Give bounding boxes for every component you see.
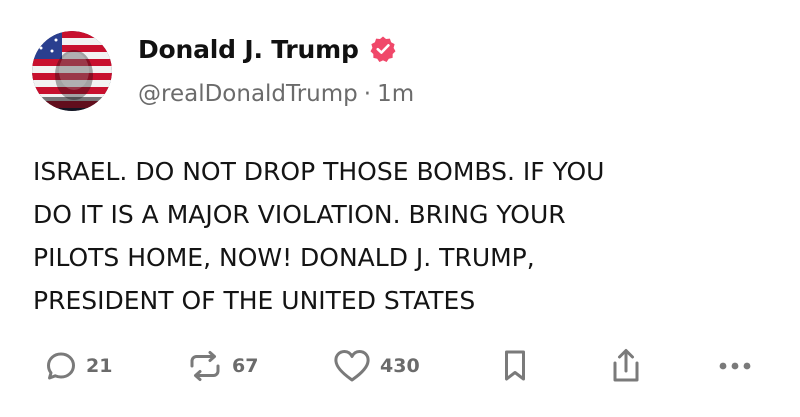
share-button[interactable]: [610, 344, 642, 388]
like-count: 430: [380, 355, 420, 377]
post-body-line: DO IT IS A MAJOR VIOLATION. BRING YOUR: [33, 200, 566, 229]
repost-count: 67: [232, 355, 259, 377]
author-meta: @realDonaldTrump · 1m: [138, 81, 414, 107]
avatar-image: [32, 31, 112, 111]
post-body-line: ISRAEL. DO NOT DROP THOSE BOMBS. IF YOU: [33, 157, 605, 186]
share-icon: [613, 349, 639, 382]
reply-bubble-icon: [47, 352, 75, 380]
author-name-row: Donald J. Trump: [138, 33, 397, 65]
more-options-button[interactable]: [717, 344, 753, 388]
action-bar: 21 67 430: [0, 344, 800, 388]
handle[interactable]: @realDonaldTrump: [138, 81, 358, 107]
bookmark-button[interactable]: [500, 344, 530, 388]
like-button[interactable]: 430: [332, 344, 420, 388]
verified-badge-icon: [369, 35, 397, 63]
heart-icon: [334, 350, 370, 382]
post-body-line: PILOTS HOME, NOW! DONALD J. TRUMP,: [33, 243, 535, 272]
meta-separator: ·: [363, 81, 372, 107]
more-horizontal-icon: [719, 362, 751, 370]
repost-button[interactable]: 67: [186, 344, 258, 388]
post-body: ISRAEL. DO NOT DROP THOSE BOMBS. IF YOU …: [33, 150, 753, 322]
bookmark-icon: [505, 350, 525, 381]
post-card: Donald J. Trump @realDonaldTrump · 1m IS…: [0, 0, 800, 417]
avatar[interactable]: [32, 31, 112, 111]
display-name[interactable]: Donald J. Trump: [138, 35, 359, 64]
reply-button[interactable]: 21: [44, 344, 112, 388]
reply-count: 21: [86, 355, 113, 377]
post-body-line: PRESIDENT OF THE UNITED STATES: [33, 286, 476, 315]
timestamp[interactable]: 1m: [377, 81, 414, 107]
repost-icon: [190, 351, 220, 381]
